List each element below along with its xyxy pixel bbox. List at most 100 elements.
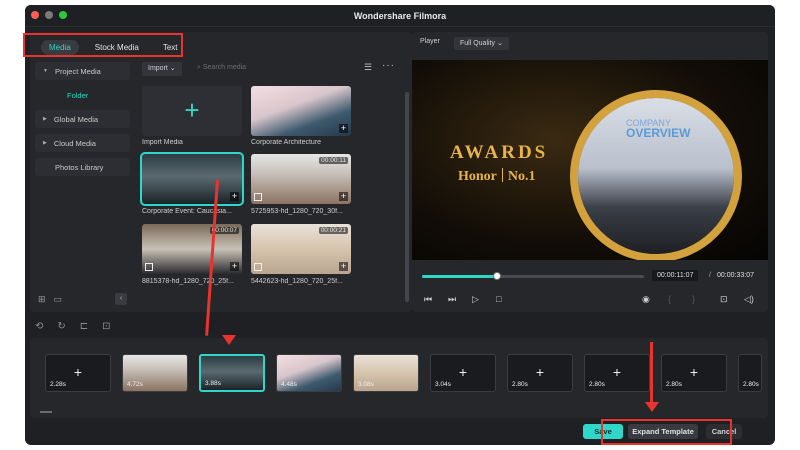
media-item-label: 5442623-hd_1280_720_25f... [251, 278, 343, 285]
video-icon [254, 193, 262, 201]
media-item-label: Import Media [142, 139, 183, 146]
add-icon: + [612, 364, 622, 380]
video-preview[interactable]: AWARDS Honor No.1 COMPANY OVERVIEW [412, 60, 768, 260]
add-icon: + [458, 364, 468, 380]
step-forward-icon[interactable]: ⏭ [448, 294, 456, 305]
render-preview-icon[interactable]: ◉ [642, 294, 650, 305]
total-time: 00:00:33:07 [717, 272, 754, 279]
collapse-sidebar-button[interactable]: ‹ [115, 293, 127, 305]
media-thumbnail[interactable]: 00:00:07 + [142, 224, 242, 274]
current-time: 00:00:11:07 [652, 270, 699, 281]
sidebar-item-cloud-media[interactable]: ▶ Cloud Media [35, 134, 130, 152]
seek-bar[interactable] [422, 272, 644, 280]
add-icon[interactable]: + [230, 192, 239, 201]
player-panel: Player Full Quality ⌄ AWARDS Honor No.1 C… [412, 32, 768, 312]
duration-badge: 00:00:11 [319, 157, 348, 164]
timeline-clip-selected[interactable]: 3.88s [199, 354, 265, 392]
timeline-placeholder-slot[interactable]: +3.04s [430, 354, 496, 392]
clip-duration: 3.88s [205, 380, 221, 387]
quality-dropdown[interactable]: Full Quality ⌄ [454, 37, 509, 50]
fit-icon[interactable]: ⊡ [102, 321, 110, 332]
stop-icon[interactable]: □ [496, 294, 501, 304]
previous-frame-icon[interactable]: ⏮ [424, 294, 432, 305]
filter-icon[interactable]: ☰ [364, 62, 372, 73]
clip-duration: 2.28s [50, 381, 66, 388]
media-panel: Media Stock Media Text ▼ Project Media Fo… [30, 32, 412, 312]
timeline-placeholder-slot[interactable]: +2.80s [507, 354, 573, 392]
media-toolbar: Import ⌄ ⌕ Search media ☰ ··· [142, 60, 404, 78]
sidebar-footer: ⊞ ▭ [38, 294, 62, 305]
crop-icon[interactable]: ⊏ [80, 321, 88, 332]
add-icon[interactable]: + [230, 262, 239, 271]
search-placeholder: Search media [202, 64, 247, 71]
new-folder-icon[interactable]: ⊞ [38, 294, 46, 305]
seek-handle[interactable] [493, 272, 502, 280]
add-icon: + [689, 364, 699, 380]
media-thumbnail[interactable]: 00:00:21 + [251, 224, 351, 274]
search-icon: ⌕ [197, 64, 201, 71]
clip-duration: 3.04s [435, 381, 451, 388]
sidebar-item-photos-library[interactable]: Photos Library [35, 158, 130, 176]
annotation-arrowhead-1 [222, 335, 236, 345]
media-sidebar: ▼ Project Media Folder ▶ Global Media ▶ Clo… [35, 62, 130, 302]
play-icon[interactable]: ▷ [472, 294, 479, 305]
timeline-placeholder-slot[interactable]: +2.80s [661, 354, 727, 392]
add-icon[interactable]: + [339, 124, 348, 133]
clip-duration: 2.80s [666, 381, 682, 388]
rotate-icon[interactable]: ↻ [57, 321, 65, 332]
timeline-placeholder-slot[interactable]: 2.80s [738, 354, 762, 392]
timeline-placeholder-slot[interactable]: +2.28s [45, 354, 111, 392]
timeline-placeholder-slot[interactable]: +2.80s [584, 354, 650, 392]
chevron-down-icon: ⌄ [169, 65, 176, 72]
duration-badge: 00:00:21 [318, 227, 348, 234]
sidebar-item-folder[interactable]: Folder [35, 86, 130, 104]
media-thumbnail[interactable]: + [251, 86, 351, 136]
mark-in-icon[interactable]: { [668, 294, 671, 304]
player-label: Player [420, 38, 440, 45]
clip-duration: 2.80s [512, 381, 528, 388]
media-item-label: Corporate Architecture [251, 139, 322, 146]
timeline-scrollbar[interactable] [40, 411, 52, 413]
clip-duration: 4.72s [127, 381, 143, 388]
edit-toolbar: ⟲ ↻ ⊏ ⊡ [35, 321, 111, 332]
clip-duration: 2.80s [589, 381, 605, 388]
more-options-icon[interactable]: ··· [382, 60, 395, 71]
add-icon[interactable]: + [339, 192, 348, 201]
media-thumbnail[interactable]: 00:00:11 + [251, 154, 351, 204]
sidebar-item-label: Global Media [53, 114, 99, 124]
app-window: Wondershare Filmora Media Stock Media Te… [25, 5, 775, 445]
sidebar-item-global-media[interactable]: ▶ Global Media [35, 110, 130, 128]
expand-triangle-icon: ▼ [43, 68, 48, 74]
add-icon[interactable]: + [339, 262, 348, 271]
collapse-triangle-icon: ▶ [43, 116, 47, 122]
split-icon[interactable]: ⟲ [35, 321, 43, 332]
import-media-tile[interactable]: + [142, 86, 242, 136]
chevron-down-icon: ⌄ [496, 40, 503, 47]
timeline-clip[interactable]: 4.48s [276, 354, 342, 392]
window-title: Wondershare Filmora [353, 11, 447, 21]
sidebar-item-project-media[interactable]: ▼ Project Media [35, 62, 130, 80]
search-input[interactable]: ⌕ Search media [197, 64, 246, 72]
timeline-clip[interactable]: 3.08s [353, 354, 419, 392]
add-icon: + [535, 364, 545, 380]
honor-subtitle: Honor No.1 [458, 168, 536, 185]
volume-icon[interactable]: ◁) [744, 294, 754, 305]
import-dropdown[interactable]: Import ⌄ [142, 62, 182, 76]
annotation-arrow-2 [650, 342, 653, 404]
mark-out-icon[interactable]: } [692, 294, 695, 304]
timeline-clip[interactable]: 4.72s [122, 354, 188, 392]
annotation-arrowhead-2 [645, 402, 659, 412]
no1-text: No.1 [507, 169, 536, 184]
media-thumbnail-selected[interactable]: + [140, 152, 244, 206]
folder-icon[interactable]: ▭ [54, 294, 63, 305]
clip-duration: 4.48s [281, 381, 297, 388]
honor-text: Honor [458, 169, 497, 184]
snapshot-icon[interactable]: ⊡ [720, 294, 728, 305]
video-icon [254, 263, 262, 271]
media-item-label: Corporate Event: Caucasia... [142, 208, 232, 215]
import-label: Import [148, 65, 168, 72]
quality-label: Full Quality [460, 40, 496, 47]
divider [501, 168, 503, 182]
video-icon [145, 263, 153, 271]
media-scrollbar[interactable] [405, 92, 409, 302]
